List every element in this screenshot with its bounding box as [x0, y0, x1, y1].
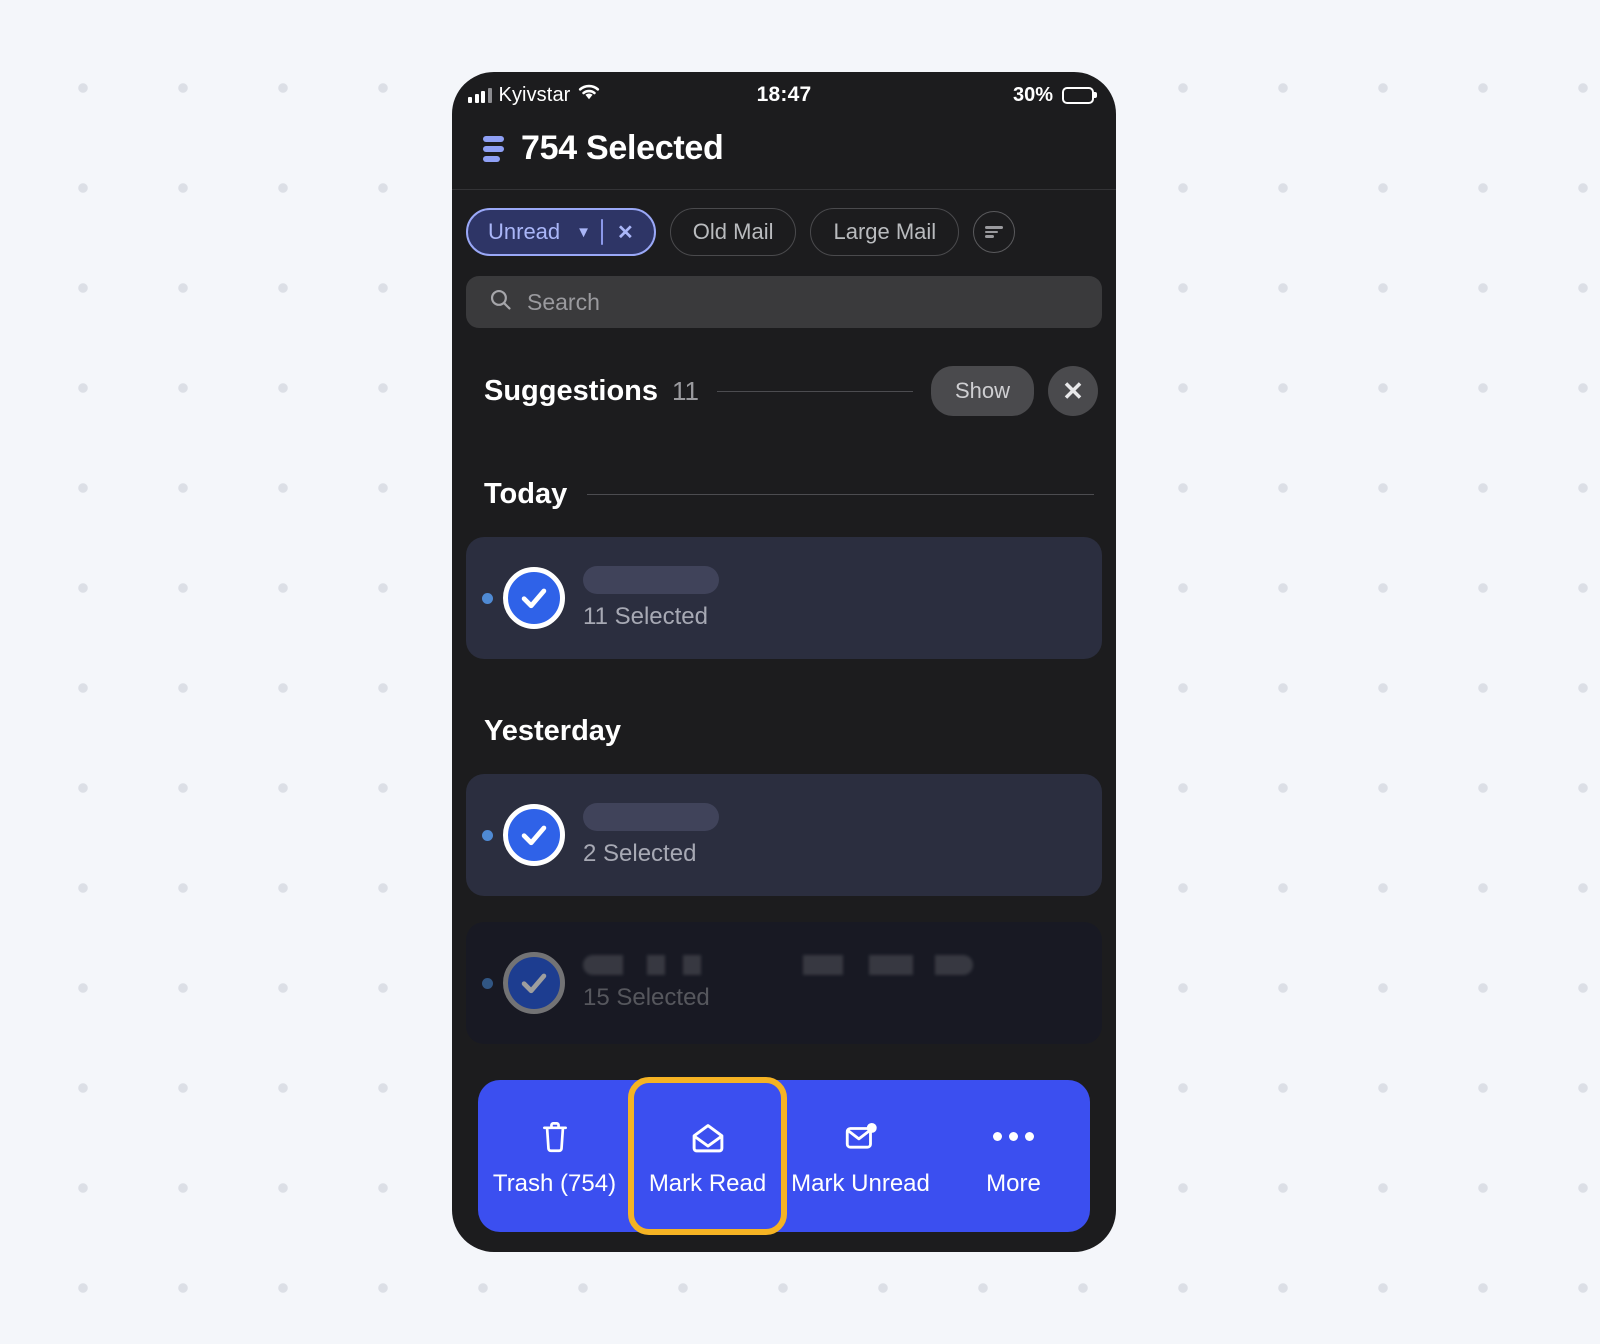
status-bar: Kyivstar 18:47 30% — [452, 72, 1116, 118]
phone-frame: Kyivstar 18:47 30% 754 Selected Unread ▼… — [452, 72, 1116, 1252]
row-subtitle: 11 Selected — [583, 602, 708, 630]
bottom-action-bar: Trash (754) Mark Read Mark Unread More — [478, 1077, 1090, 1235]
row-body: 11 Selected — [583, 565, 719, 631]
trash-icon — [538, 1114, 572, 1160]
filter-chip-old-mail[interactable]: Old Mail — [669, 208, 797, 256]
app-header: 754 Selected — [452, 118, 1116, 190]
sender-placeholder — [583, 565, 719, 594]
filter-chip-unread[interactable]: Unread ▼ ✕ — [466, 208, 656, 256]
more-button[interactable]: More — [937, 1080, 1090, 1232]
mark-unread-button[interactable]: Mark Unread — [784, 1080, 937, 1232]
more-button-label: More — [986, 1169, 1041, 1197]
filter-sort-icon[interactable] — [973, 211, 1016, 253]
search-input[interactable] — [527, 288, 1080, 316]
section-header-yesterday: Yesterday — [466, 715, 1102, 748]
sender-placeholder — [583, 954, 973, 975]
mark-read-button[interactable]: Mark Read — [628, 1077, 787, 1235]
search-wrapper — [452, 266, 1116, 328]
row-subtitle: 2 Selected — [583, 839, 697, 867]
search-bar[interactable] — [466, 276, 1102, 328]
unread-dot-icon — [482, 977, 493, 989]
section-label-today: Today — [484, 478, 568, 510]
suggestions-title: Suggestions — [484, 374, 659, 407]
trash-button-label: Trash (754) — [492, 1169, 617, 1197]
table-row[interactable]: 15 Selected — [466, 922, 1102, 1044]
ellipsis-icon — [993, 1114, 1034, 1160]
trash-button[interactable]: Trash (754) — [478, 1080, 631, 1232]
row-subtitle: 15 Selected — [583, 983, 710, 1011]
status-bar-left: Kyivstar — [468, 83, 601, 107]
status-bar-right: 30% — [1013, 84, 1094, 107]
filter-chip-unread-label: Unread — [488, 219, 561, 244]
envelope-badge-icon — [842, 1114, 880, 1160]
suggestions-header: Suggestions 11 Show ✕ — [466, 328, 1102, 416]
filter-chip-row: Unread ▼ ✕ Old Mail Large Mail — [452, 190, 1116, 266]
mark-unread-button-label: Mark Unread — [791, 1169, 930, 1197]
unread-dot-icon — [482, 592, 493, 604]
chevron-down-icon: ▼ — [576, 223, 592, 241]
carrier-label: Kyivstar — [498, 83, 571, 106]
suggestions-close-icon[interactable]: ✕ — [1048, 366, 1098, 416]
unread-dot-icon — [482, 829, 493, 841]
battery-percent-label: 30% — [1012, 83, 1053, 106]
row-body: 2 Selected — [583, 802, 719, 868]
battery-low-icon — [1062, 86, 1094, 104]
checkmark-circle-icon[interactable] — [503, 804, 565, 866]
envelope-open-icon — [689, 1114, 727, 1160]
chip-divider — [601, 219, 604, 245]
cellular-bars-icon — [468, 87, 492, 103]
wifi-icon — [577, 83, 601, 107]
hamburger-menu-icon[interactable] — [483, 135, 504, 162]
filter-chip-large-mail[interactable]: Large Mail — [810, 208, 960, 256]
mark-read-button-label: Mark Read — [648, 1169, 767, 1197]
section-header-today: Today — [466, 478, 1102, 511]
suggestions-count: 11 — [672, 375, 700, 406]
suggestions-divider — [717, 390, 913, 392]
checkmark-circle-icon[interactable] — [503, 567, 565, 629]
row-body: 15 Selected — [583, 954, 973, 1012]
search-icon — [488, 287, 513, 317]
table-row[interactable]: 2 Selected — [466, 774, 1102, 896]
close-x-icon[interactable]: ✕ — [613, 220, 638, 245]
table-row[interactable]: 11 Selected — [466, 537, 1102, 659]
checkmark-circle-icon[interactable] — [503, 952, 565, 1014]
suggestions-show-button[interactable]: Show — [930, 366, 1034, 416]
page-title: 754 Selected — [521, 129, 724, 167]
section-divider-today — [587, 494, 1094, 495]
sender-placeholder — [583, 802, 719, 831]
section-label-yesterday: Yesterday — [484, 715, 622, 747]
